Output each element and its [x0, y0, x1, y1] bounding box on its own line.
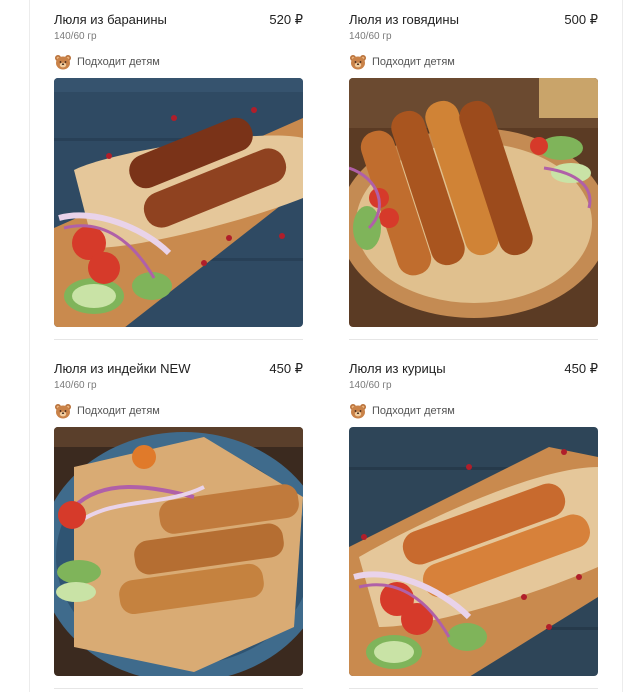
beef-kebab-image: [349, 78, 598, 327]
product-title[interactable]: Люля из индейки NEW: [54, 361, 190, 376]
kids-badge: Подходит детям: [54, 403, 160, 419]
lamb-kebab-image: [54, 78, 303, 327]
bear-icon: [350, 55, 366, 70]
card-divider: [349, 339, 598, 340]
bear-icon: [55, 404, 71, 419]
card-header: Люля из курицы 450 ₽: [349, 361, 598, 379]
card-divider: [54, 339, 303, 340]
turkey-kebab-image: [54, 427, 303, 676]
card-divider: [54, 688, 303, 689]
product-weight: 140/60 гр: [349, 31, 392, 42]
card-divider: [349, 688, 598, 689]
product-photo[interactable]: [54, 78, 303, 327]
kids-badge: Подходит детям: [349, 54, 455, 70]
product-title[interactable]: Люля из говядины: [349, 12, 459, 27]
kids-badge: Подходит детям: [54, 54, 160, 70]
kids-badge: Подходит детям: [349, 403, 455, 419]
product-weight: 140/60 гр: [349, 380, 392, 391]
product-weight: 140/60 гр: [54, 380, 97, 391]
card-header: Люля из индейки NEW 450 ₽: [54, 361, 303, 379]
product-title[interactable]: Люля из баранины: [54, 12, 167, 27]
card-header: Люля из говядины 500 ₽: [349, 12, 598, 30]
product-price: 520 ₽: [269, 12, 303, 27]
product-photo[interactable]: [54, 427, 303, 676]
kids-label: Подходит детям: [77, 405, 160, 417]
product-title[interactable]: Люля из курицы: [349, 361, 446, 376]
chicken-kebab-image: [349, 427, 598, 676]
product-price: 500 ₽: [564, 12, 598, 27]
kids-label: Подходит детям: [372, 56, 455, 68]
bear-icon: [350, 404, 366, 419]
card-header: Люля из баранины 520 ₽: [54, 12, 303, 30]
page-border-left: [29, 0, 30, 692]
product-price: 450 ₽: [269, 361, 303, 376]
kids-label: Подходит детям: [372, 405, 455, 417]
bear-icon: [55, 55, 71, 70]
product-photo[interactable]: [349, 78, 598, 327]
product-weight: 140/60 гр: [54, 31, 97, 42]
kids-label: Подходит детям: [77, 56, 160, 68]
page-border-right: [622, 0, 623, 692]
product-price: 450 ₽: [564, 361, 598, 376]
product-photo[interactable]: [349, 427, 598, 676]
